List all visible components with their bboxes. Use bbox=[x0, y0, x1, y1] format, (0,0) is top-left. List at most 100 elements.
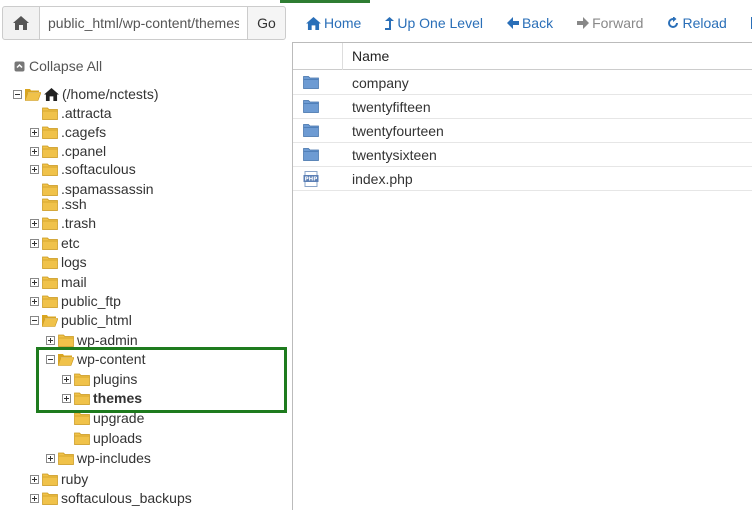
tree-node-public-html[interactable]: public_html bbox=[30, 311, 132, 329]
file-name: twentyfourteen bbox=[352, 123, 444, 139]
tree-node-mail[interactable]: mail bbox=[30, 273, 87, 291]
folder-icon bbox=[42, 295, 58, 308]
file-list-header: Name bbox=[293, 43, 752, 70]
forward-button[interactable]: Forward bbox=[577, 12, 643, 34]
folder-icon bbox=[42, 492, 58, 505]
up-one-level-button[interactable]: Up One Level bbox=[385, 12, 483, 34]
folder-icon bbox=[42, 276, 58, 289]
folder-icon bbox=[42, 473, 58, 486]
folder-icon bbox=[303, 148, 319, 161]
folder-icon bbox=[42, 256, 58, 269]
reload-button[interactable]: Reload bbox=[667, 12, 727, 34]
folder-icon bbox=[303, 124, 319, 137]
expand-toggle[interactable] bbox=[30, 493, 39, 503]
tree-node-wp-content[interactable]: wp-content bbox=[46, 350, 145, 368]
file-name: twentyfifteen bbox=[352, 99, 431, 115]
tree-node-label: wp-includes bbox=[77, 450, 151, 466]
tree-node-label: public_ftp bbox=[61, 293, 121, 309]
tree-node-attracta[interactable]: .attracta bbox=[30, 104, 112, 122]
expand-toggle[interactable] bbox=[62, 393, 71, 403]
tree-node-label: .cagefs bbox=[61, 124, 107, 140]
tree-node-public-ftp[interactable]: public_ftp bbox=[30, 292, 121, 310]
collapse-toggle[interactable] bbox=[30, 315, 39, 325]
file-row[interactable]: twentysixteen bbox=[293, 143, 752, 167]
home-icon bbox=[44, 87, 59, 101]
php-file-icon: PHP bbox=[303, 171, 319, 187]
folder-icon bbox=[42, 163, 58, 176]
folder-icon bbox=[58, 452, 74, 465]
tree-root-node[interactable]: (/home/nctests) bbox=[13, 85, 158, 103]
folder-icon bbox=[303, 100, 319, 113]
tree-node-cpanel[interactable]: .cpanel bbox=[30, 142, 106, 160]
expand-toggle[interactable] bbox=[30, 164, 39, 174]
tree-node-label: upgrade bbox=[93, 410, 145, 426]
file-row[interactable]: PHP index.php bbox=[293, 167, 752, 191]
tree-node-themes[interactable]: themes bbox=[62, 389, 142, 407]
reload-label: Reload bbox=[682, 15, 727, 31]
level-up-icon bbox=[385, 16, 395, 30]
folder-open-icon bbox=[58, 353, 74, 366]
tree-node-upgrade[interactable]: upgrade bbox=[62, 409, 144, 427]
name-column-header[interactable]: Name bbox=[352, 48, 389, 64]
tree-node-uploads[interactable]: uploads bbox=[62, 429, 142, 447]
tree-node-ssh[interactable]: .ssh bbox=[30, 195, 87, 213]
tree-node-label: mail bbox=[61, 274, 87, 290]
tree-node-label: public_html bbox=[61, 312, 132, 328]
expand-toggle[interactable] bbox=[30, 238, 39, 248]
tree-node-wp-admin[interactable]: wp-admin bbox=[46, 331, 138, 349]
tree-node-label: softaculous_backups bbox=[61, 490, 192, 506]
tree-node-label: (/home/nctests) bbox=[62, 86, 159, 102]
expand-toggle[interactable] bbox=[30, 146, 39, 156]
tree-node-label: etc bbox=[61, 235, 80, 251]
folder-icon bbox=[74, 412, 90, 425]
tree-node-wp-includes[interactable]: wp-includes bbox=[46, 449, 151, 467]
file-row[interactable]: company bbox=[293, 71, 752, 95]
home-button[interactable]: Home bbox=[306, 12, 361, 34]
expand-toggle[interactable] bbox=[62, 374, 71, 384]
file-name: index.php bbox=[352, 171, 413, 187]
expand-toggle[interactable] bbox=[46, 453, 55, 463]
file-row[interactable]: twentyfourteen bbox=[293, 119, 752, 143]
back-label: Back bbox=[521, 15, 554, 31]
home-icon bbox=[306, 16, 321, 30]
tree-node-trash[interactable]: .trash bbox=[30, 214, 96, 232]
tree-node-label: wp-content bbox=[77, 351, 146, 367]
tree-node-ruby[interactable]: ruby bbox=[30, 470, 88, 488]
tree-node-plugins[interactable]: plugins bbox=[62, 370, 137, 388]
toolbar: Home Up One Level Back Forward Reload Se bbox=[306, 12, 752, 34]
file-row[interactable]: twentyfifteen bbox=[293, 95, 752, 119]
expand-toggle[interactable] bbox=[30, 218, 39, 228]
collapse-toggle[interactable] bbox=[13, 89, 22, 99]
collapse-icon bbox=[14, 61, 25, 71]
tree-node-label: ruby bbox=[61, 471, 89, 487]
tree-node-logs[interactable]: logs bbox=[30, 253, 87, 271]
tree-node-etc[interactable]: etc bbox=[30, 234, 80, 252]
tree-node-softaculous[interactable]: .softaculous bbox=[30, 160, 136, 178]
icon-column-header[interactable] bbox=[293, 43, 343, 70]
path-bar: Go bbox=[2, 6, 286, 40]
top-accent-bar bbox=[280, 0, 370, 3]
home-button-label: Home bbox=[324, 15, 362, 31]
expand-toggle[interactable] bbox=[30, 296, 39, 306]
tree-node-softaculous-backups[interactable]: softaculous_backups bbox=[30, 489, 192, 507]
folder-icon bbox=[42, 237, 58, 250]
back-button[interactable]: Back bbox=[506, 12, 554, 34]
arrow-right-icon bbox=[577, 17, 590, 29]
expand-toggle[interactable] bbox=[30, 277, 39, 287]
collapse-toggle[interactable] bbox=[46, 354, 55, 364]
collapse-all-link[interactable]: Collapse All bbox=[14, 58, 102, 74]
tree-node-label: themes bbox=[93, 390, 143, 406]
folder-icon bbox=[42, 145, 58, 158]
go-button[interactable]: Go bbox=[247, 6, 286, 40]
expand-toggle[interactable] bbox=[30, 127, 39, 137]
collapse-all-label: Collapse All bbox=[29, 58, 103, 74]
tree-node-label: wp-admin bbox=[77, 332, 138, 348]
tree-node-cagefs[interactable]: .cagefs bbox=[30, 123, 106, 141]
tree-node-label: .trash bbox=[61, 215, 97, 231]
home-directory-button[interactable] bbox=[2, 6, 40, 40]
folder-icon bbox=[42, 126, 58, 139]
path-input[interactable] bbox=[39, 6, 248, 40]
expand-toggle[interactable] bbox=[46, 335, 55, 345]
folder-open-icon bbox=[42, 314, 58, 327]
expand-toggle[interactable] bbox=[30, 474, 39, 484]
